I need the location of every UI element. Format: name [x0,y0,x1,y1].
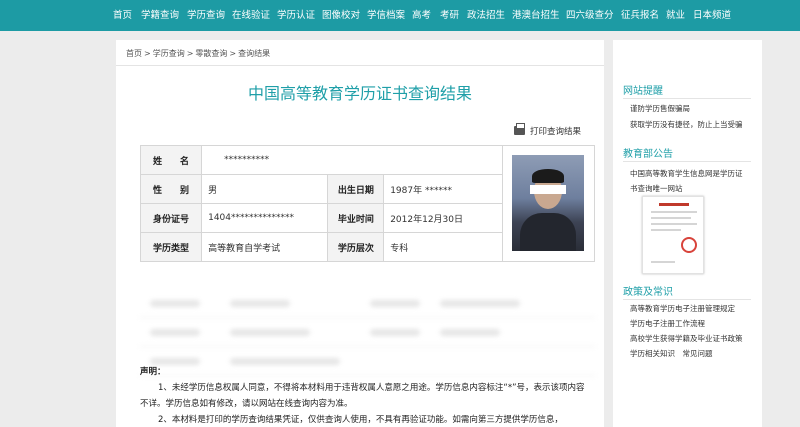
main-content: 首页 > 学历查询 > 零散查询 > 查询结果 中国高等教育学历证书查询结果 打印查询结果 … [116,40,604,427]
section-divider [623,98,751,99]
nav-kaoyan[interactable]: 考研 [440,0,459,31]
nav-home[interactable]: 首页 [113,0,132,31]
type-label: 学历类型 [139,232,203,262]
gender-label: 性 别 [139,174,203,204]
nav-xueji[interactable]: 学籍查询 [141,0,179,31]
breadcrumb-separator: > [186,49,194,58]
name-value: ********** [201,145,503,175]
blurred-row [140,289,595,318]
table-row: 姓 名 ********** [139,145,596,262]
breadcrumb-current: 查询结果 [238,49,271,58]
sidebar: 网站提醒 谨防学历售假骗局 获取学历没有捷径，防止上当受骗 教育部公告 中国高等… [613,40,762,427]
birth-label: 出生日期 [327,174,385,204]
photo-hair [532,169,565,183]
id-value: 1404************** [201,203,329,233]
sidebar-section-reminder-title: 网站提醒 [623,86,663,97]
result-table: 姓 名 ********** 性 别 男 出生日期 1987年 ****** 身… [139,145,596,262]
blurred-row [140,318,595,347]
statement-heading: 声明： [140,367,166,377]
student-photo [512,155,585,251]
sidebar-section-policy-title: 政策及常识 [623,287,673,298]
nav-archive[interactable]: 学信档案 [367,0,405,31]
nav-online-verify[interactable]: 在线验证 [232,0,270,31]
breadcrumb-separator: > [144,49,151,58]
nav-gat[interactable]: 港澳台招生 [512,0,560,31]
breadcrumb-lingsan[interactable]: 零散查询 [195,48,227,59]
section-divider [623,161,751,162]
sidebar-link[interactable]: 书查询唯一网站 [630,183,683,194]
nav-xueli-auth[interactable]: 学历认证 [277,0,315,31]
nav-jiuye[interactable]: 就业 [666,0,685,31]
nav-image-check[interactable]: 图像校对 [322,0,360,31]
section-divider [623,299,751,300]
id-label: 身份证号 [139,203,203,233]
nav-zhengfa[interactable]: 政法招生 [467,0,505,31]
photo-body [520,213,577,251]
statement-paragraph-1: 1、未经学历信息权属人同意，不得将本材料用于违背权属人意愿之用途。学历信息内容标… [140,383,585,409]
breadcrumb-xueli[interactable]: 学历查询 [153,48,185,59]
sidebar-section-announcement-title: 教育部公告 [623,149,673,160]
breadcrumb-separator: > [229,49,237,58]
sidebar-link[interactable]: 谨防学历售假骗局 [630,103,690,114]
blurred-rows [140,289,595,376]
announcement-document-thumbnail[interactable] [642,196,704,274]
nav-zhengbing[interactable]: 征兵报名 [621,0,659,31]
top-navigation: 首页 学籍查询 学历查询 在线验证 学历认证 图像校对 学信档案 高考 考研 政… [0,0,800,31]
photo-redaction-bar [530,185,567,194]
sidebar-link[interactable]: 高校学生获得学籍及毕业证书政策 [630,333,743,344]
breadcrumb-divider [116,65,604,66]
photo-cell [501,145,596,262]
birth-value: 1987年 ****** [383,174,503,204]
statement-paragraph-2: 2、本材料是打印的学历查询结果凭证，仅供查询人使用，不具有再验证功能。如需向第三… [158,415,563,425]
page-title: 中国高等教育学历证书查询结果 [247,84,472,103]
breadcrumb-home[interactable]: 首页 [126,48,142,59]
nav-japan[interactable]: 日本频道 [693,0,731,31]
sidebar-link[interactable]: 学历电子注册工作流程 [630,318,705,329]
nav-gaokao[interactable]: 高考 [412,0,431,31]
seal-icon [681,237,697,253]
type-value: 高等教育自学考试 [201,232,329,262]
printer-icon [514,123,525,135]
gender-value: 男 [201,174,329,204]
breadcrumb: 首页 > 学历查询 > 零散查询 > 查询结果 [126,48,270,59]
sidebar-link[interactable]: 中国高等教育学生信息网是学历证 [630,168,743,179]
grad-value: 2012年12月30日 [383,203,503,233]
print-label: 打印查询结果 [530,127,582,137]
sidebar-link[interactable]: 学历相关知识 常见问题 [630,348,713,359]
print-button[interactable]: 打印查询结果 [514,123,582,137]
level-label: 学历层次 [327,232,385,262]
sidebar-link[interactable]: 高等教育学历电子注册管理规定 [630,303,735,314]
sidebar-link[interactable]: 获取学历没有捷径，防止上当受骗 [630,119,743,130]
nav-xueli[interactable]: 学历查询 [187,0,225,31]
name-label: 姓 名 [139,145,203,175]
nav-cet[interactable]: 四六级查分 [566,0,614,31]
statement: 声明： 1、未经学历信息权属人同意，不得将本材料用于违背权属人意愿之用途。学历信… [140,364,590,427]
grad-label: 毕业时间 [327,203,385,233]
level-value: 专科 [383,232,503,262]
